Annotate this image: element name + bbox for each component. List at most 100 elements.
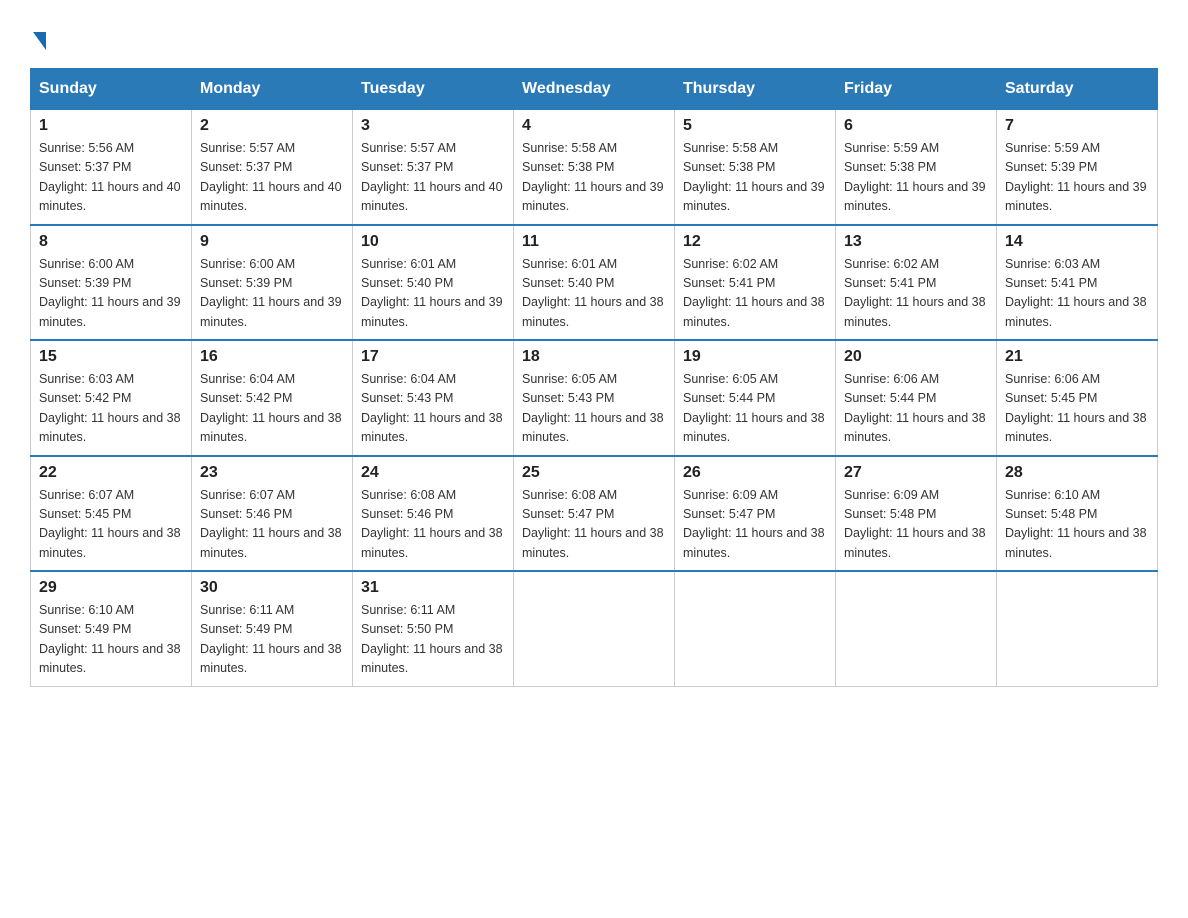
week-row-5: 29Sunrise: 6:10 AMSunset: 5:49 PMDayligh… bbox=[31, 571, 1158, 686]
day-number: 10 bbox=[361, 233, 505, 251]
calendar-cell: 30 Sunrise: 6:11 AMSunset: 5:49 PMDayligh… bbox=[192, 571, 353, 686]
calendar-cell: 6 Sunrise: 5:59 AMSunset: 5:38 PMDaylight… bbox=[836, 109, 997, 225]
day-info: Sunrise: 5:56 AMSunset: 5:37 PMDaylight:… bbox=[39, 139, 183, 217]
day-info: Sunrise: 5:57 AMSunset: 5:37 PMDaylight:… bbox=[200, 139, 344, 217]
day-number: 2 bbox=[200, 117, 344, 135]
day-info: Sunrise: 6:04 AMSunset: 5:43 PMDaylight:… bbox=[361, 370, 505, 448]
day-info: Sunrise: 6:02 AMSunset: 5:41 PMDaylight:… bbox=[844, 255, 988, 333]
day-info: Sunrise: 5:59 AMSunset: 5:38 PMDaylight:… bbox=[844, 139, 988, 217]
day-number: 4 bbox=[522, 117, 666, 135]
day-number: 24 bbox=[361, 464, 505, 482]
day-number: 1 bbox=[39, 117, 183, 135]
day-info: Sunrise: 6:09 AMSunset: 5:47 PMDaylight:… bbox=[683, 486, 827, 564]
day-number: 12 bbox=[683, 233, 827, 251]
day-info: Sunrise: 6:05 AMSunset: 5:43 PMDaylight:… bbox=[522, 370, 666, 448]
day-number: 16 bbox=[200, 348, 344, 366]
day-number: 17 bbox=[361, 348, 505, 366]
calendar-cell: 18Sunrise: 6:05 AMSunset: 5:43 PMDayligh… bbox=[514, 340, 675, 456]
day-info: Sunrise: 6:07 AMSunset: 5:45 PMDaylight:… bbox=[39, 486, 183, 564]
calendar-cell bbox=[997, 571, 1158, 686]
day-number: 23 bbox=[200, 464, 344, 482]
day-info: Sunrise: 6:06 AMSunset: 5:45 PMDaylight:… bbox=[1005, 370, 1149, 448]
calendar-cell: 31 Sunrise: 6:11 AMSunset: 5:50 PMDayligh… bbox=[353, 571, 514, 686]
logo bbox=[30, 30, 46, 48]
calendar-cell: 4 Sunrise: 5:58 AMSunset: 5:38 PMDaylight… bbox=[514, 109, 675, 225]
day-number: 8 bbox=[39, 233, 183, 251]
calendar-cell: 19 Sunrise: 6:05 AMSunset: 5:44 PMDayligh… bbox=[675, 340, 836, 456]
day-info: Sunrise: 5:59 AMSunset: 5:39 PMDaylight:… bbox=[1005, 139, 1149, 217]
day-number: 14 bbox=[1005, 233, 1149, 251]
calendar-cell: 15 Sunrise: 6:03 AMSunset: 5:42 PMDayligh… bbox=[31, 340, 192, 456]
header-sunday: Sunday bbox=[31, 69, 192, 109]
header-row: SundayMondayTuesdayWednesdayThursdayFrid… bbox=[31, 69, 1158, 109]
calendar-cell: 20 Sunrise: 6:06 AMSunset: 5:44 PMDayligh… bbox=[836, 340, 997, 456]
week-row-4: 22 Sunrise: 6:07 AMSunset: 5:45 PMDayligh… bbox=[31, 456, 1158, 572]
week-row-3: 15 Sunrise: 6:03 AMSunset: 5:42 PMDayligh… bbox=[31, 340, 1158, 456]
day-number: 29 bbox=[39, 579, 183, 597]
day-number: 6 bbox=[844, 117, 988, 135]
day-number: 22 bbox=[39, 464, 183, 482]
day-info: Sunrise: 6:01 AMSunset: 5:40 PMDaylight:… bbox=[522, 255, 666, 333]
calendar-cell bbox=[675, 571, 836, 686]
day-number: 20 bbox=[844, 348, 988, 366]
day-info: Sunrise: 6:00 AMSunset: 5:39 PMDaylight:… bbox=[39, 255, 183, 333]
day-info: Sunrise: 6:04 AMSunset: 5:42 PMDaylight:… bbox=[200, 370, 344, 448]
calendar-cell: 1 Sunrise: 5:56 AMSunset: 5:37 PMDaylight… bbox=[31, 109, 192, 225]
day-info: Sunrise: 6:06 AMSunset: 5:44 PMDaylight:… bbox=[844, 370, 988, 448]
day-info: Sunrise: 6:09 AMSunset: 5:48 PMDaylight:… bbox=[844, 486, 988, 564]
day-number: 25 bbox=[522, 464, 666, 482]
day-number: 7 bbox=[1005, 117, 1149, 135]
day-info: Sunrise: 5:58 AMSunset: 5:38 PMDaylight:… bbox=[683, 139, 827, 217]
day-number: 27 bbox=[844, 464, 988, 482]
day-info: Sunrise: 6:03 AMSunset: 5:42 PMDaylight:… bbox=[39, 370, 183, 448]
day-info: Sunrise: 5:57 AMSunset: 5:37 PMDaylight:… bbox=[361, 139, 505, 217]
day-number: 19 bbox=[683, 348, 827, 366]
week-row-2: 8 Sunrise: 6:00 AMSunset: 5:39 PMDaylight… bbox=[31, 225, 1158, 341]
day-info: Sunrise: 6:08 AMSunset: 5:47 PMDaylight:… bbox=[522, 486, 666, 564]
calendar-cell: 23 Sunrise: 6:07 AMSunset: 5:46 PMDayligh… bbox=[192, 456, 353, 572]
day-number: 11 bbox=[522, 233, 666, 251]
header-saturday: Saturday bbox=[997, 69, 1158, 109]
day-info: Sunrise: 6:11 AMSunset: 5:49 PMDaylight:… bbox=[200, 601, 344, 679]
day-number: 31 bbox=[361, 579, 505, 597]
header-tuesday: Tuesday bbox=[353, 69, 514, 109]
calendar-cell: 29Sunrise: 6:10 AMSunset: 5:49 PMDayligh… bbox=[31, 571, 192, 686]
calendar-cell: 5Sunrise: 5:58 AMSunset: 5:38 PMDaylight… bbox=[675, 109, 836, 225]
logo-triangle-icon bbox=[33, 32, 46, 50]
week-row-1: 1 Sunrise: 5:56 AMSunset: 5:37 PMDaylight… bbox=[31, 109, 1158, 225]
day-info: Sunrise: 5:58 AMSunset: 5:38 PMDaylight:… bbox=[522, 139, 666, 217]
header-wednesday: Wednesday bbox=[514, 69, 675, 109]
calendar-cell bbox=[836, 571, 997, 686]
calendar-cell: 2 Sunrise: 5:57 AMSunset: 5:37 PMDaylight… bbox=[192, 109, 353, 225]
day-number: 21 bbox=[1005, 348, 1149, 366]
calendar-cell: 21 Sunrise: 6:06 AMSunset: 5:45 PMDayligh… bbox=[997, 340, 1158, 456]
day-number: 30 bbox=[200, 579, 344, 597]
calendar-cell: 27 Sunrise: 6:09 AMSunset: 5:48 PMDayligh… bbox=[836, 456, 997, 572]
calendar-cell: 16 Sunrise: 6:04 AMSunset: 5:42 PMDayligh… bbox=[192, 340, 353, 456]
day-number: 3 bbox=[361, 117, 505, 135]
calendar-cell: 28Sunrise: 6:10 AMSunset: 5:48 PMDayligh… bbox=[997, 456, 1158, 572]
calendar-cell: 24 Sunrise: 6:08 AMSunset: 5:46 PMDayligh… bbox=[353, 456, 514, 572]
header-friday: Friday bbox=[836, 69, 997, 109]
day-info: Sunrise: 6:11 AMSunset: 5:50 PMDaylight:… bbox=[361, 601, 505, 679]
calendar-cell: 3 Sunrise: 5:57 AMSunset: 5:37 PMDaylight… bbox=[353, 109, 514, 225]
day-info: Sunrise: 6:07 AMSunset: 5:46 PMDaylight:… bbox=[200, 486, 344, 564]
calendar-cell: 25 Sunrise: 6:08 AMSunset: 5:47 PMDayligh… bbox=[514, 456, 675, 572]
day-number: 26 bbox=[683, 464, 827, 482]
calendar-cell: 9 Sunrise: 6:00 AMSunset: 5:39 PMDaylight… bbox=[192, 225, 353, 341]
day-number: 9 bbox=[200, 233, 344, 251]
day-info: Sunrise: 6:01 AMSunset: 5:40 PMDaylight:… bbox=[361, 255, 505, 333]
day-info: Sunrise: 6:10 AMSunset: 5:48 PMDaylight:… bbox=[1005, 486, 1149, 564]
calendar-cell: 13Sunrise: 6:02 AMSunset: 5:41 PMDayligh… bbox=[836, 225, 997, 341]
day-info: Sunrise: 6:08 AMSunset: 5:46 PMDaylight:… bbox=[361, 486, 505, 564]
calendar-cell: 14Sunrise: 6:03 AMSunset: 5:41 PMDayligh… bbox=[997, 225, 1158, 341]
calendar-cell: 12Sunrise: 6:02 AMSunset: 5:41 PMDayligh… bbox=[675, 225, 836, 341]
calendar-cell: 8 Sunrise: 6:00 AMSunset: 5:39 PMDaylight… bbox=[31, 225, 192, 341]
day-number: 15 bbox=[39, 348, 183, 366]
header-thursday: Thursday bbox=[675, 69, 836, 109]
day-info: Sunrise: 6:00 AMSunset: 5:39 PMDaylight:… bbox=[200, 255, 344, 333]
calendar-cell: 22 Sunrise: 6:07 AMSunset: 5:45 PMDayligh… bbox=[31, 456, 192, 572]
day-info: Sunrise: 6:05 AMSunset: 5:44 PMDaylight:… bbox=[683, 370, 827, 448]
calendar-cell: 7 Sunrise: 5:59 AMSunset: 5:39 PMDaylight… bbox=[997, 109, 1158, 225]
header-monday: Monday bbox=[192, 69, 353, 109]
